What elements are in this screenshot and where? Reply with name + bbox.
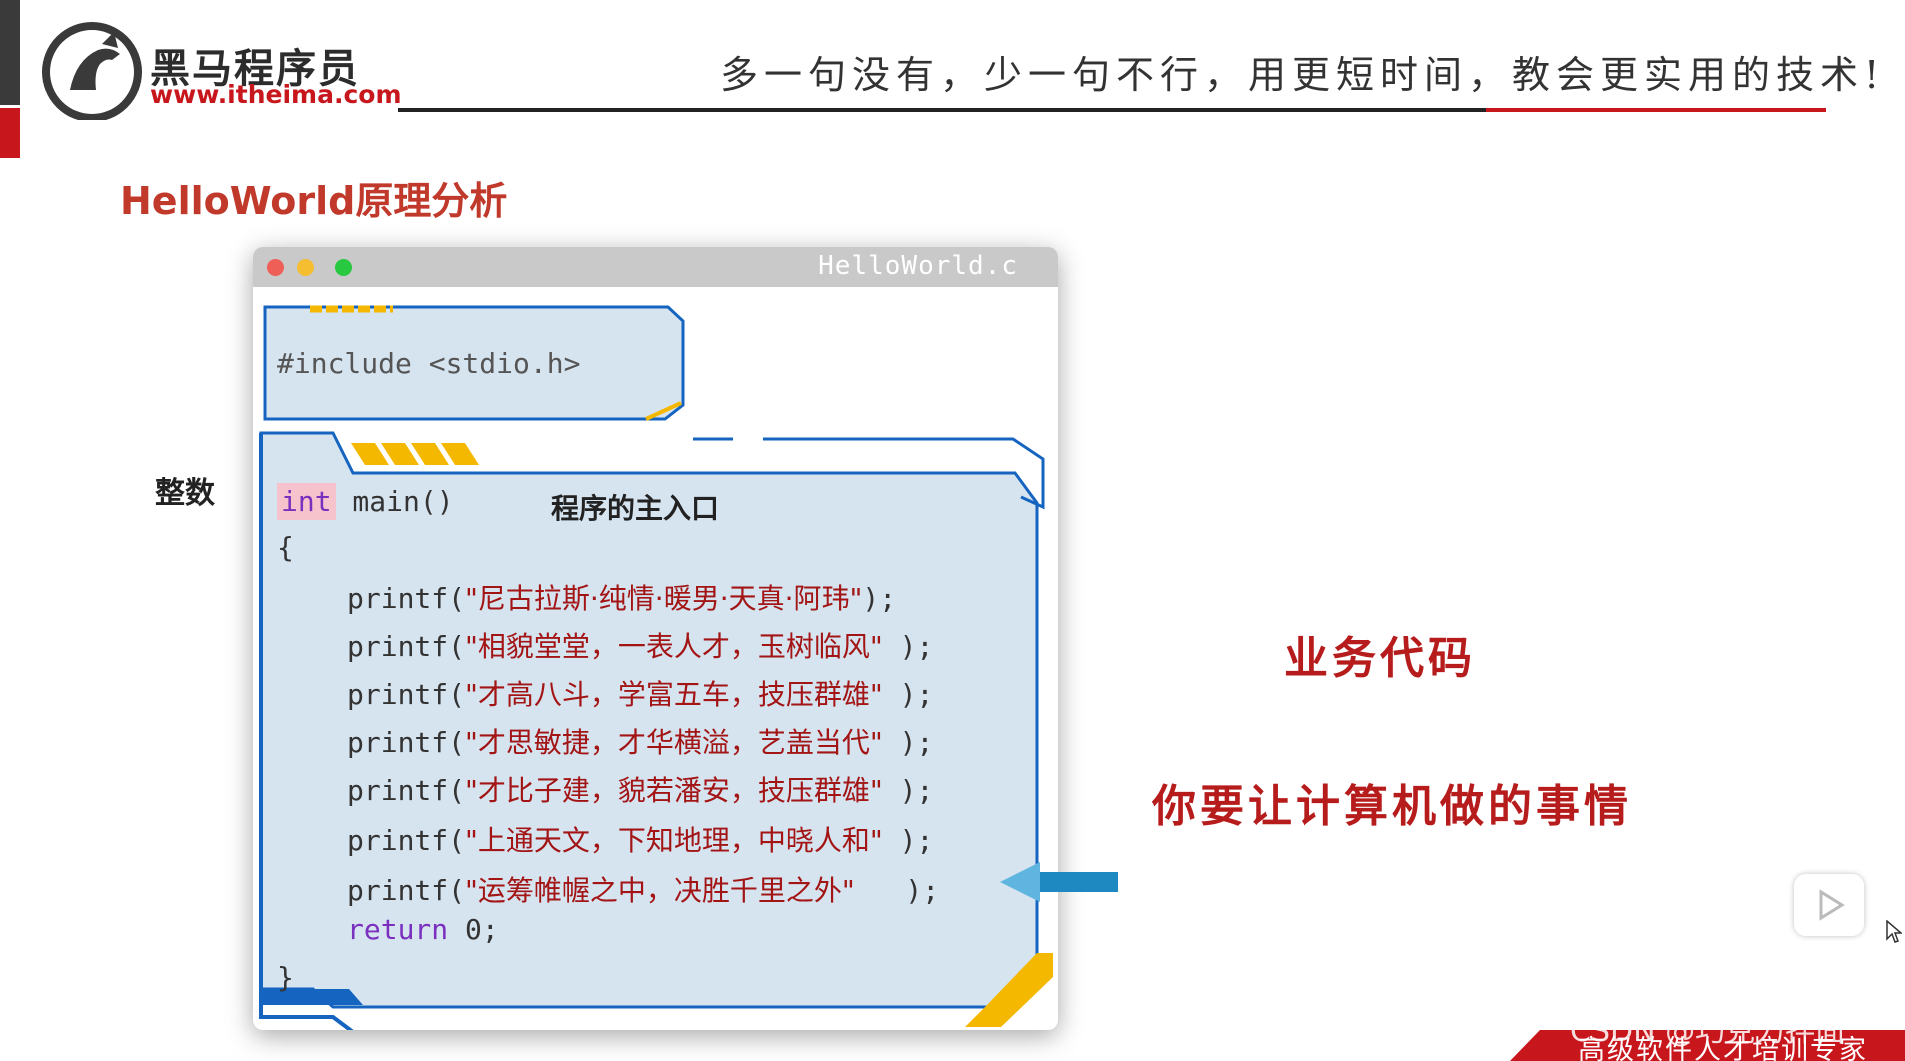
code-printf-line: printf("上通天文，下知地理，中晓人和" ); (347, 824, 934, 857)
code-close-brace: } (277, 961, 294, 994)
code-open-brace: { (277, 531, 294, 564)
footer-tagline: 高级软件人才培训专家 (1578, 1035, 1868, 1061)
main-entry-comment: 程序的主入口 (551, 492, 720, 525)
play-button[interactable] (1794, 874, 1864, 936)
left-edge-red-strip (0, 108, 20, 158)
header-slogan: 多一句没有，少一句不行，用更短时间，教会更实用的技术! (720, 53, 1886, 97)
play-icon (1819, 889, 1845, 921)
computer-task-label: 你要让计算机做的事情 (1152, 781, 1632, 832)
code-editor-window: HelloWorld.c #include <stdio.h> int main… (253, 247, 1058, 1030)
header-rule-accent (1486, 108, 1826, 112)
header-rule (398, 108, 1486, 112)
arrow-left-icon (1000, 862, 1118, 902)
code-printf-line: printf("才高八斗，学富五车，技压群雄" ); (347, 678, 934, 711)
code-return-line: return 0; (347, 913, 499, 946)
code-main-signature: int main() (277, 483, 454, 520)
mouse-cursor-icon (1886, 920, 1902, 943)
integer-label: 整数 (155, 476, 215, 511)
code-printf-line: printf("运筹帷幄之中，决胜千里之外" ); (347, 874, 940, 907)
code-printf-line: printf("才比子建，貌若潘安，技压群雄" ); (347, 774, 934, 807)
code-include-line: #include <stdio.h> (277, 347, 581, 380)
left-edge-dark-strip (0, 0, 20, 105)
editor-filename: HelloWorld.c (818, 251, 1018, 281)
code-printf-line: printf("相貌堂堂，一表人才，玉树临风" ); (347, 630, 934, 663)
horse-logo-icon (42, 22, 142, 120)
section-title: HelloWorld原理分析 (120, 179, 508, 223)
keyword-return: return (347, 913, 449, 946)
editor-titlebar: HelloWorld.c (253, 247, 1058, 287)
business-code-label: 业务代码 (1284, 633, 1476, 684)
keyword-int: int (277, 483, 336, 520)
maximize-window-button[interactable] (335, 259, 352, 276)
code-printf-line: printf("才思敏捷，才华横溢，艺盖当代" ); (347, 726, 934, 759)
minimize-window-button[interactable] (297, 259, 314, 276)
code-printf-line: printf("尼古拉斯·纯情·暖男·天真·阿玮"); (347, 582, 897, 615)
brand-url: www.itheima.com (150, 80, 402, 109)
close-window-button[interactable] (267, 259, 284, 276)
main-function-name: main() (335, 485, 454, 518)
